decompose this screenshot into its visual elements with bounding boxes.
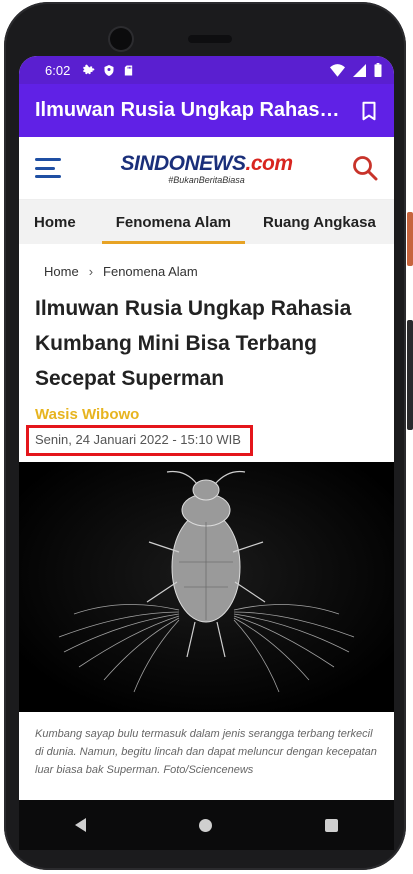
front-camera [110,28,132,50]
article-headline: Ilmuwan Rusia Ungkap Rahasia Kumbang Min… [35,297,352,390]
system-nav-bar [19,800,394,850]
recent-apps-icon[interactable] [324,818,338,832]
status-time: 6:02 [45,62,71,78]
beetle-image [19,462,394,712]
earpiece-speaker [188,35,232,43]
home-icon[interactable] [198,818,212,832]
app-bar: Ilmuwan Rusia Ungkap Rahasia... [19,84,394,137]
settings-icon [83,64,95,74]
category-tabs: Home Fenomena Alam Ruang Angkasa [19,200,394,244]
wifi-icon [330,63,345,77]
breadcrumb: Home › Fenomena Alam [19,244,394,279]
breadcrumb-current[interactable]: Fenomena Alam [103,264,198,279]
article-photo [19,462,394,712]
photo-caption: Kumbang sayap bulu termasuk dalam jenis … [35,728,377,776]
status-bar: 6:02 [19,56,394,84]
volume-button [407,320,413,430]
hamburger-menu-icon[interactable] [35,158,61,178]
tab-fenomena-alam[interactable]: Fenomena Alam [101,200,246,244]
search-icon[interactable] [352,155,378,181]
site-logo[interactable]: SINDONEWS.com #BukanBeritaBiasa [120,151,294,185]
breadcrumb-home[interactable]: Home [44,264,79,279]
sd-card-icon [125,64,133,76]
logo-tagline: #BukanBeritaBiasa [168,174,245,185]
screen: 6:02 Ilmuwan Rusia Ungkap Rahasia... SIN… [19,56,394,828]
power-button [407,212,413,266]
signal-icon [353,63,366,77]
shield-icon [104,64,114,76]
battery-icon [374,63,382,77]
site-header: SINDONEWS.com #BukanBeritaBiasa [19,137,394,200]
article-author[interactable]: Wasis Wibowo [19,396,394,423]
breadcrumb-separator: › [88,264,94,279]
logo-brand: SINDONEWS [120,151,246,175]
appbar-title: Ilmuwan Rusia Ungkap Rahasia... [35,99,340,121]
tab-home[interactable]: Home [34,200,76,244]
date-highlight-box: Senin, 24 Januari 2022 - 15:10 WIB [26,425,253,456]
logo-com: .com [245,151,294,175]
article-date: Senin, 24 Januari 2022 - 15:10 WIB [35,432,241,447]
back-icon[interactable] [75,818,87,832]
tab-ruang-angkasa[interactable]: Ruang Angkasa [263,200,376,244]
bookmark-icon[interactable] [358,100,380,122]
